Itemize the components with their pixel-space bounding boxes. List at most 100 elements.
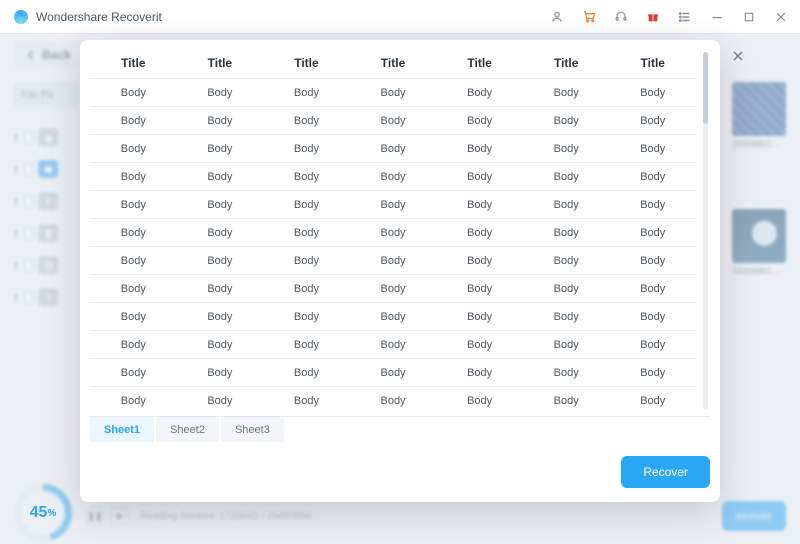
maximize-icon[interactable] [738, 6, 760, 28]
table-cell: Body [263, 115, 350, 127]
table-cell: Body [177, 87, 264, 99]
table-cell: Body [177, 227, 264, 239]
support-icon[interactable] [610, 6, 632, 28]
table-cell: Body [436, 143, 523, 155]
table-cell: Body [350, 171, 437, 183]
table-cell: Body [523, 115, 610, 127]
sheet-tab[interactable]: Sheet1 [90, 417, 154, 442]
table-row[interactable]: BodyBodyBodyBodyBodyBodyBody [90, 246, 696, 274]
table-cell: Body [177, 199, 264, 211]
table-cell: Body [523, 311, 610, 323]
table-row[interactable]: BodyBodyBodyBodyBodyBodyBody [90, 162, 696, 190]
title-bar-actions [546, 6, 792, 28]
table-cell: Body [90, 339, 177, 351]
table-cell: Body [263, 199, 350, 211]
table-cell: Body [609, 171, 696, 183]
table-row[interactable]: BodyBodyBodyBodyBodyBodyBody [90, 358, 696, 386]
table-cell: Body [436, 395, 523, 407]
table-cell: Body [350, 311, 437, 323]
table-cell: Body [523, 227, 610, 239]
column-header: Title [523, 56, 610, 70]
table-cell: Body [350, 395, 437, 407]
table-cell: Body [90, 115, 177, 127]
table-cell: Body [90, 171, 177, 183]
table-cell: Body [263, 227, 350, 239]
table-cell: Body [523, 367, 610, 379]
table-row[interactable]: BodyBodyBodyBodyBodyBodyBody [90, 190, 696, 218]
table-cell: Body [263, 283, 350, 295]
close-modal-button[interactable] [728, 46, 748, 66]
table-row[interactable]: BodyBodyBodyBodyBodyBodyBody [90, 106, 696, 134]
gift-icon[interactable] [642, 6, 664, 28]
column-header: Title [263, 56, 350, 70]
table-row[interactable]: BodyBodyBodyBodyBodyBodyBody [90, 386, 696, 414]
recover-button[interactable]: Recover [621, 456, 710, 488]
table-cell: Body [350, 199, 437, 211]
table-cell: Body [263, 395, 350, 407]
table-cell: Body [90, 283, 177, 295]
table-cell: Body [350, 339, 437, 351]
table-cell: Body [436, 339, 523, 351]
table-cell: Body [523, 339, 610, 351]
table-cell: Body [609, 255, 696, 267]
table-cell: Body [436, 171, 523, 183]
table-cell: Body [523, 171, 610, 183]
table-cell: Body [609, 339, 696, 351]
table-cell: Body [177, 339, 264, 351]
table-row[interactable]: BodyBodyBodyBodyBodyBodyBody [90, 218, 696, 246]
table-cell: Body [177, 171, 264, 183]
table-cell: Body [177, 283, 264, 295]
table-row[interactable]: BodyBodyBodyBodyBodyBodyBody [90, 302, 696, 330]
sheet-tab[interactable]: Sheet3 [221, 417, 284, 442]
preview-overlay: TitleTitleTitleTitleTitleTitleTitleBodyB… [0, 34, 800, 544]
table-cell: Body [609, 311, 696, 323]
column-header: Title [90, 56, 177, 70]
progress-ring: 45% [14, 484, 72, 542]
table-cell: Body [90, 395, 177, 407]
table-row[interactable]: BodyBodyBodyBodyBodyBodyBody [90, 330, 696, 358]
table-cell: Body [609, 367, 696, 379]
app-logo [14, 10, 28, 24]
cart-icon[interactable] [578, 6, 600, 28]
table-cell: Body [177, 395, 264, 407]
table-cell: Body [609, 283, 696, 295]
table-cell: Body [90, 199, 177, 211]
table-cell: Body [523, 395, 610, 407]
table-cell: Body [523, 143, 610, 155]
table-cell: Body [177, 255, 264, 267]
minimize-icon[interactable] [706, 6, 728, 28]
table-cell: Body [90, 143, 177, 155]
table-row[interactable]: BodyBodyBodyBodyBodyBodyBody [90, 134, 696, 162]
spreadsheet-preview-modal: TitleTitleTitleTitleTitleTitleTitleBodyB… [80, 40, 720, 502]
app-title: Wondershare Recoverit [36, 10, 162, 24]
column-header: Title [177, 56, 264, 70]
table-cell: Body [436, 87, 523, 99]
table-cell: Body [90, 227, 177, 239]
table-cell: Body [523, 199, 610, 211]
table-cell: Body [263, 143, 350, 155]
close-icon[interactable] [770, 6, 792, 28]
table-cell: Body [609, 115, 696, 127]
table-row[interactable]: BodyBodyBodyBodyBodyBodyBody [90, 274, 696, 302]
table-row[interactable]: BodyBodyBodyBodyBodyBodyBody [90, 78, 696, 106]
spreadsheet-table: TitleTitleTitleTitleTitleTitleTitleBodyB… [90, 48, 696, 414]
table-cell: Body [436, 227, 523, 239]
table-cell: Body [350, 367, 437, 379]
list-icon[interactable] [674, 6, 696, 28]
table-cell: Body [436, 115, 523, 127]
table-cell: Body [436, 283, 523, 295]
column-header: Title [350, 56, 437, 70]
table-cell: Body [436, 311, 523, 323]
table-cell: Body [177, 311, 264, 323]
table-cell: Body [263, 367, 350, 379]
sheet-tab[interactable]: Sheet2 [156, 417, 219, 442]
table-cell: Body [263, 311, 350, 323]
table-cell: Body [436, 255, 523, 267]
table-cell: Body [609, 87, 696, 99]
column-header: Title [436, 56, 523, 70]
table-cell: Body [350, 143, 437, 155]
table-cell: Body [523, 283, 610, 295]
vertical-scrollbar[interactable] [700, 48, 710, 414]
user-icon[interactable] [546, 6, 568, 28]
table-cell: Body [350, 255, 437, 267]
